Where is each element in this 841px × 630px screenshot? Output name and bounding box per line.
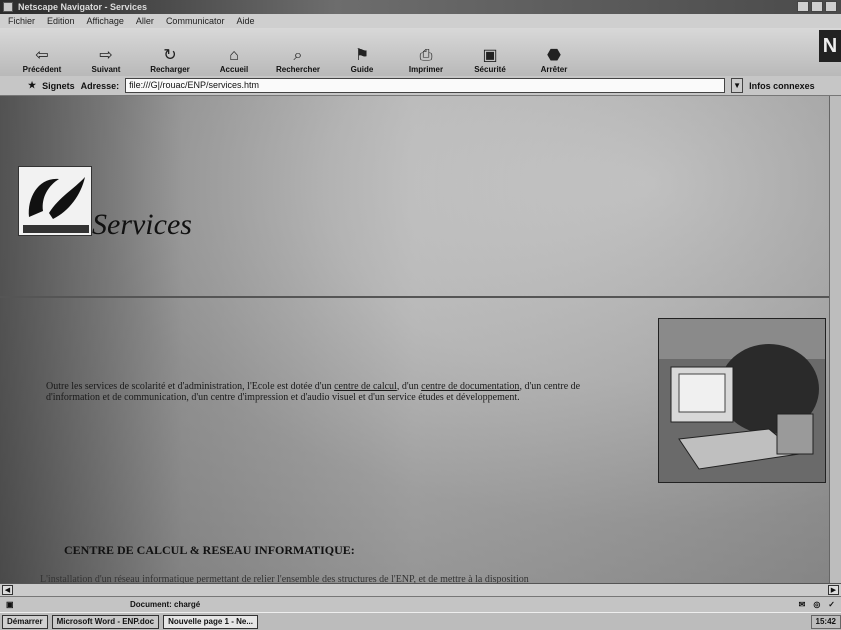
forward-arrow-icon: ⇨ [99,47,113,64]
security-status-icon[interactable]: ▣ [6,597,14,612]
print-icon: ⎙ [419,47,433,64]
netscape-logo: N [819,30,841,62]
page-title: Services [92,208,192,241]
bookmarks-icon: ★ [28,80,37,90]
menu-item-aller[interactable]: Aller [136,14,154,28]
search-button[interactable]: ⌕ Rechercher [276,30,320,76]
window-title: Netscape Navigator - Services [18,2,148,12]
guide-button[interactable]: ⚑ Guide [340,30,384,76]
intro-paragraph: Outre les services de scolarité et d'adm… [46,381,581,403]
task-netscape[interactable]: Nouvelle page 1 - Ne... [163,614,258,629]
netscape-app-icon [3,2,13,12]
address-label: Adresse: [80,80,120,91]
horizontal-scrollbar[interactable]: ◀ ▶ [0,583,841,596]
forward-button[interactable]: ⇨ Suivant [84,30,128,76]
close-button[interactable] [825,1,837,12]
menu-item-fichier[interactable]: Fichier [8,14,35,28]
menu-item-aide[interactable]: Aide [236,14,254,28]
computer-photo [658,318,826,483]
scroll-right-icon[interactable]: ▶ [828,585,839,595]
home-icon: ⌂ [229,47,239,64]
scroll-left-icon[interactable]: ◀ [2,585,13,595]
menu-item-edition[interactable]: Edition [47,14,75,28]
menu-item-affichage[interactable]: Affichage [87,14,124,28]
url-dropdown-icon[interactable]: ▼ [731,78,744,93]
windows-taskbar: Démarrer Microsoft Word - ENP.doc Nouvel… [0,612,841,630]
related-links-button[interactable]: Infos connexes [749,81,815,91]
reload-button[interactable]: ↻ Recharger [148,30,192,76]
security-button[interactable]: ▣ Sécurité [468,30,512,76]
centre-de-calcul-link[interactable]: centre de calcul [334,381,397,392]
window-controls [797,1,837,12]
page-content: Services Outre les services de scolarité… [0,96,829,583]
minimize-button[interactable] [797,1,809,12]
offline-icon: ✓ [828,600,835,609]
guide-icon: ⚑ [354,47,370,64]
window-titlebar: Netscape Navigator - Services [0,0,841,14]
school-logo [18,166,92,236]
back-button[interactable]: ⇦ Précédent [20,30,64,76]
status-bar: ▣ Document: chargé ✉ ◎ ✓ [0,596,841,612]
section-paragraph: L'installation d'un réseau informatique … [40,574,529,583]
bookmarks-button[interactable]: Signets [42,81,75,91]
menu-bar: Fichier Edition Affichage Aller Communic… [0,14,841,28]
url-field[interactable]: file:///G|/rouac/ENP/services.htm [125,78,726,93]
horizontal-rule [0,296,829,298]
task-word[interactable]: Microsoft Word - ENP.doc [51,614,160,629]
component-bar-icon[interactable]: ✉ [799,597,806,612]
maximize-button[interactable] [811,1,823,12]
stop-icon: ⬣ [547,47,561,64]
address-bar: ★ Signets Adresse: file:///G|/rouac/ENP/… [0,76,841,96]
section-heading: CENTRE DE CALCUL & RESEAU INFORMATIQUE: [64,543,355,557]
lock-icon: ▣ [482,47,498,64]
print-button[interactable]: ⎙ Imprimer [404,30,448,76]
centre-de-documentation-link[interactable]: centre de documentation [421,381,519,392]
navigation-toolbar: ⇦ Précédent ⇨ Suivant ↻ Recharger ⌂ Accu… [0,28,841,76]
computer-photo-graphic [659,319,825,482]
search-icon: ⌕ [293,47,303,64]
menu-item-communicator[interactable]: Communicator [166,14,225,28]
network-icon: ◎ [813,600,821,609]
vertical-scrollbar[interactable] [829,96,841,583]
reload-icon: ↻ [163,47,177,64]
back-arrow-icon: ⇦ [35,47,49,64]
status-text: Document: chargé [130,600,201,609]
stop-button[interactable]: ⬣ Arrêter [532,30,576,76]
home-button[interactable]: ⌂ Accueil [212,30,256,76]
status-icons: ✉ ◎ ✓ [799,597,835,612]
start-button[interactable]: Démarrer [2,614,48,629]
system-clock: 15:42 [810,614,841,629]
school-logo-graphic [23,177,89,233]
